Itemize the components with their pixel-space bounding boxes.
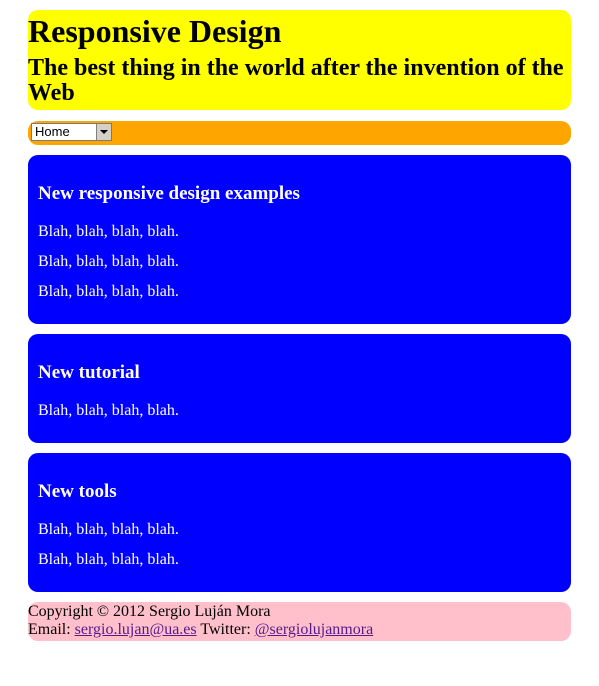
article-paragraph: Blah, blah, blah, blah. [38,521,179,538]
article-new-tools: New tools Blah, blah, blah, blah. Blah, … [28,453,571,592]
nav-bar: Home [28,121,571,145]
article-paragraph: Blah, blah, blah, blah. [38,253,179,270]
chevron-down-icon [100,130,108,134]
copyright-text: Copyright © 2012 Sergio Luján Mora [28,603,271,620]
nav-select[interactable]: Home [31,123,112,141]
article-paragraph: Blah, blah, blah, blah. [38,551,179,568]
article-title: New tutorial [38,362,140,383]
article-paragraph: Blah, blah, blah, blah. [38,402,179,419]
nav-select-value: Home [35,124,70,139]
site-footer: Copyright © 2012 Sergio Luján Mora Email… [28,602,571,641]
twitter-label: Twitter: [196,621,255,638]
site-header: Responsive Design The best thing in the … [28,10,571,110]
twitter-link[interactable]: @sergiolujanmora [255,621,373,638]
site-title: Responsive Design [28,13,282,49]
article-paragraph: Blah, blah, blah, blah. [38,223,179,240]
article-paragraph: Blah, blah, blah, blah. [38,283,179,300]
dropdown-button[interactable] [96,124,111,140]
article-new-tutorial: New tutorial Blah, blah, blah, blah. [28,334,571,443]
page: Responsive Design The best thing in the … [28,10,571,641]
article-responsive-examples: New responsive design examples Blah, bla… [28,155,571,324]
email-link[interactable]: sergio.lujan@ua.es [75,621,197,638]
site-subtitle: The best thing in the world after the in… [28,55,564,106]
email-label: Email: [28,621,75,638]
article-title: New responsive design examples [38,183,300,204]
article-title: New tools [38,481,117,502]
contact-line: Email: sergio.lujan@ua.es Twitter: @serg… [28,621,571,639]
